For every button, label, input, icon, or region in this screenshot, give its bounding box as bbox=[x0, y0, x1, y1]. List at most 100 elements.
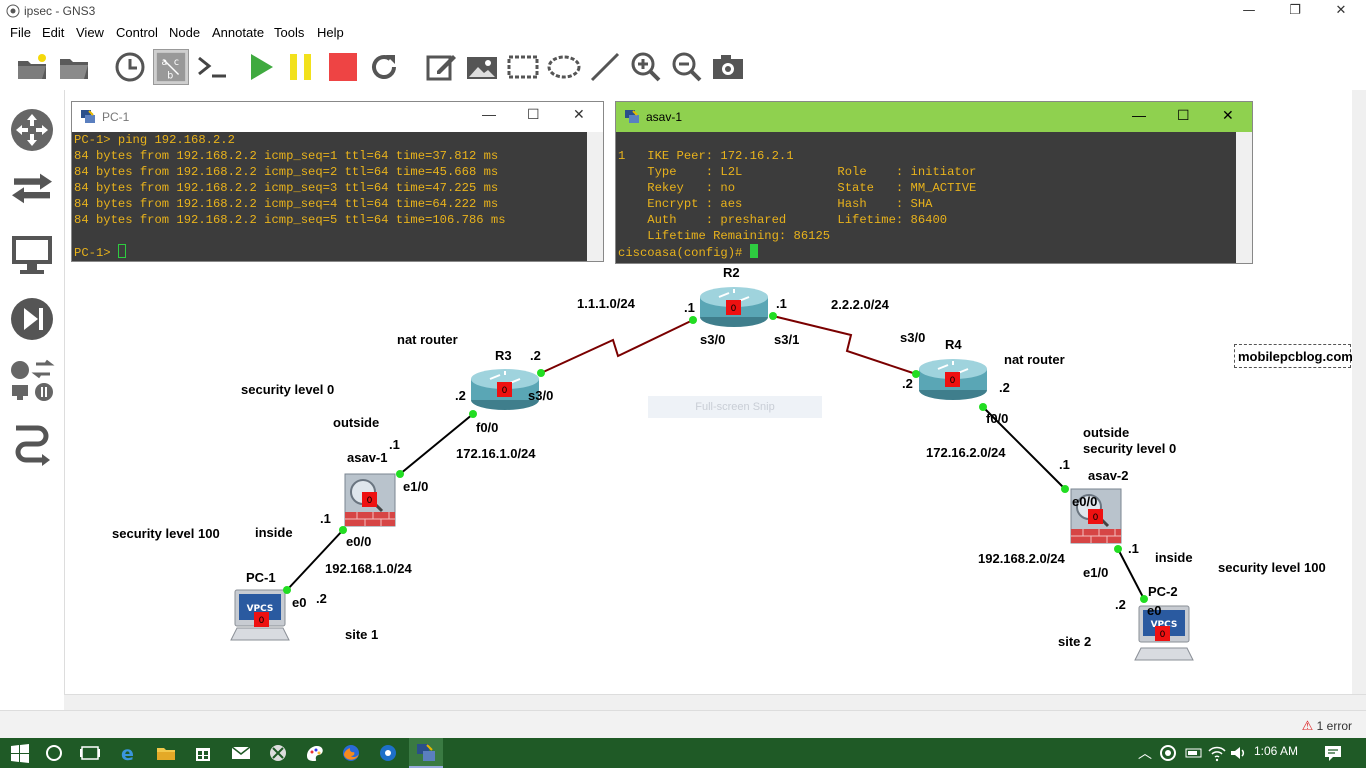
open-project-icon[interactable] bbox=[14, 49, 50, 85]
add-link-icon[interactable] bbox=[8, 420, 56, 468]
label-net-172-16-2: 172.16.2.0/24 bbox=[926, 445, 1006, 460]
security-devices-icon[interactable] bbox=[8, 295, 56, 343]
console-all-icon[interactable] bbox=[195, 49, 231, 85]
mail-icon[interactable] bbox=[230, 742, 252, 764]
label-r3-s30: s3/0 bbox=[528, 388, 554, 403]
cortana-search-icon[interactable] bbox=[43, 742, 65, 764]
folder-icon[interactable] bbox=[56, 49, 92, 85]
draw-rectangle-icon[interactable] bbox=[505, 49, 541, 85]
draw-ellipse-icon[interactable] bbox=[546, 49, 582, 85]
window-title: ipsec - GNS3 bbox=[24, 4, 96, 18]
menu-node[interactable]: Node bbox=[169, 25, 200, 40]
ethernet-link-r3-asav1[interactable] bbox=[399, 413, 474, 475]
asa-firewall-asav1[interactable]: 0 bbox=[344, 473, 396, 527]
asav1-prompt: ciscoasa(config)# bbox=[618, 246, 750, 260]
menu-edit[interactable]: Edit bbox=[42, 25, 64, 40]
pc1-console-maximize[interactable]: ☐ bbox=[527, 106, 540, 123]
vpcs-pc2[interactable]: VPCS 0 bbox=[1134, 605, 1194, 661]
windows-start-icon[interactable] bbox=[9, 742, 31, 764]
battery-icon[interactable] bbox=[1183, 742, 1205, 764]
pc1-console-window[interactable]: PC-1 — ☐ ✕ PC-1> ping 192.168.2.2 84 byt… bbox=[71, 101, 604, 262]
insert-picture-icon[interactable] bbox=[464, 49, 500, 85]
menu-view[interactable]: View bbox=[76, 25, 104, 40]
asav1-console-scrollbar[interactable] bbox=[1236, 132, 1252, 263]
screenshot-icon[interactable] bbox=[710, 49, 746, 85]
chrome-browser-icon[interactable] bbox=[377, 742, 399, 764]
pc1-console-scrollbar[interactable] bbox=[587, 132, 603, 261]
pc1-cursor bbox=[117, 244, 126, 258]
menu-file[interactable]: File bbox=[10, 25, 31, 40]
show-interface-labels-icon[interactable]: a cb bbox=[153, 49, 189, 85]
status-bar: ⚠ 1 error bbox=[0, 710, 1366, 738]
zoom-out-icon[interactable] bbox=[669, 49, 705, 85]
suspend-all-icon[interactable] bbox=[283, 49, 319, 85]
zoom-in-icon[interactable] bbox=[628, 49, 664, 85]
router-r2[interactable]: 0 bbox=[700, 287, 768, 327]
ethernet-link-asav2-pc2[interactable] bbox=[1117, 548, 1145, 600]
draw-line-icon[interactable] bbox=[587, 49, 623, 85]
label-asav1-e10: e1/0 bbox=[403, 479, 429, 494]
serial-link-r3-r2[interactable] bbox=[540, 319, 694, 374]
snapshot-clock-icon[interactable] bbox=[112, 49, 148, 85]
router-r4[interactable]: 0 bbox=[919, 359, 987, 400]
label-net-172-16-1: 172.16.1.0/24 bbox=[456, 446, 536, 461]
asav1-line-2: 1 IKE Peer: 172.16.2.1 bbox=[618, 149, 794, 163]
switches-icon[interactable] bbox=[8, 170, 56, 218]
label-r3-nat-router: nat router bbox=[397, 332, 458, 347]
pc1-console-output[interactable]: PC-1> ping 192.168.2.2 84 bytes from 192… bbox=[72, 132, 587, 261]
vpcs-pc1[interactable]: VPCS 0 bbox=[230, 589, 290, 641]
end-devices-icon[interactable] bbox=[8, 230, 56, 278]
putty-taskbar-icon[interactable] bbox=[415, 742, 437, 764]
action-center-icon[interactable] bbox=[1322, 742, 1344, 764]
label-asav2-e10: e1/0 bbox=[1083, 565, 1109, 580]
wifi-icon[interactable] bbox=[1206, 742, 1228, 764]
close-button[interactable]: ✕ bbox=[1318, 0, 1364, 22]
pc1-console-minimize[interactable]: — bbox=[482, 106, 496, 122]
routers-icon[interactable] bbox=[8, 106, 56, 154]
menu-control[interactable]: Control bbox=[116, 25, 158, 40]
asav1-console-maximize[interactable]: ☐ bbox=[1177, 107, 1190, 124]
add-note-icon[interactable] bbox=[423, 49, 459, 85]
start-all-icon[interactable] bbox=[243, 49, 279, 85]
putty-icon bbox=[625, 110, 639, 123]
system-clock[interactable]: 1:06 AM bbox=[1254, 744, 1298, 758]
xbox-icon[interactable] bbox=[267, 742, 289, 764]
gns3-window: ipsec - GNS3 — ❐ ✕ File Edit View Contro… bbox=[0, 0, 1366, 768]
asav1-console-minimize[interactable]: — bbox=[1132, 107, 1146, 123]
store-icon[interactable] bbox=[192, 742, 214, 764]
label-r4-nat-router: nat router bbox=[1004, 352, 1065, 367]
file-explorer-icon[interactable] bbox=[155, 742, 177, 764]
reload-all-icon[interactable] bbox=[366, 49, 402, 85]
label-r4-s30-ip: .2 bbox=[902, 376, 913, 391]
svg-text:0: 0 bbox=[1160, 630, 1166, 640]
asav1-console-titlebar[interactable]: asav-1 — ☐ ✕ bbox=[616, 102, 1252, 132]
asav1-console-output[interactable]: 1 IKE Peer: 172.16.2.1 Type : L2L Role :… bbox=[616, 132, 1236, 263]
minimize-button[interactable]: — bbox=[1226, 0, 1272, 22]
canvas-horizontal-scrollbar[interactable] bbox=[64, 694, 1366, 710]
task-view-icon[interactable] bbox=[79, 742, 101, 764]
pc1-console-titlebar[interactable]: PC-1 — ☐ ✕ bbox=[72, 102, 603, 132]
stop-all-icon[interactable] bbox=[325, 49, 361, 85]
pc1-console-close[interactable]: ✕ bbox=[573, 106, 585, 123]
asav1-console-close[interactable]: ✕ bbox=[1222, 107, 1234, 124]
pc1-line-4: 84 bytes from 192.168.2.2 icmp_seq=3 ttl… bbox=[74, 181, 499, 195]
restore-button[interactable]: ❐ bbox=[1272, 0, 1318, 22]
watermark-note[interactable]: mobilepcblog.com bbox=[1234, 344, 1353, 368]
menu-annotate[interactable]: Annotate bbox=[212, 25, 264, 40]
pc1-line-3: 84 bytes from 192.168.2.2 icmp_seq=2 ttl… bbox=[74, 165, 499, 179]
edge-browser-icon[interactable]: e bbox=[118, 742, 140, 764]
all-devices-icon[interactable] bbox=[8, 358, 56, 406]
firefox-icon[interactable] bbox=[340, 742, 362, 764]
canvas-vertical-scrollbar[interactable] bbox=[1352, 90, 1366, 694]
menu-tools[interactable]: Tools bbox=[274, 25, 304, 40]
record-icon[interactable] bbox=[1157, 742, 1179, 764]
label-security-level-100-right: security level 100 bbox=[1218, 560, 1326, 575]
volume-icon[interactable] bbox=[1228, 742, 1250, 764]
asav1-console-window[interactable]: asav-1 — ☐ ✕ 1 IKE Peer: 172.16.2.1 Type… bbox=[615, 101, 1253, 264]
menu-help[interactable]: Help bbox=[317, 25, 344, 40]
error-indicator[interactable]: ⚠ 1 error bbox=[1302, 718, 1352, 734]
fullscreen-snip-overlay: Full-screen Snip bbox=[648, 396, 822, 418]
paint-icon[interactable] bbox=[304, 742, 326, 764]
ethernet-link-asav1-pc1[interactable] bbox=[286, 529, 344, 591]
show-hidden-icons-chevron-icon[interactable]: ︿ bbox=[1138, 743, 1152, 763]
